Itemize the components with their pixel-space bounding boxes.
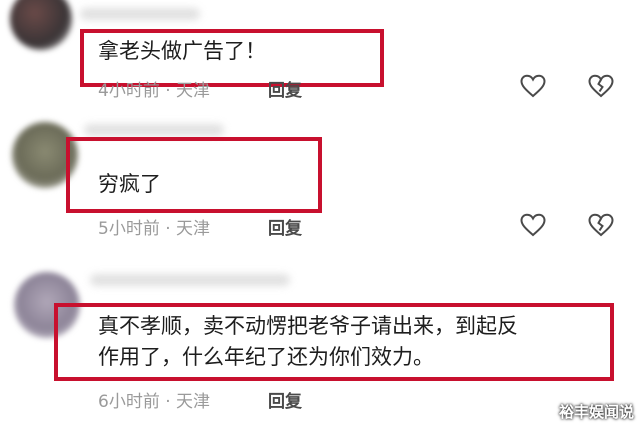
reply-button[interactable]: 回复 — [268, 387, 302, 412]
username-blurred — [84, 124, 224, 136]
comment-time: 5小时前 — [98, 219, 160, 239]
reply-button[interactable]: 回复 — [268, 76, 302, 101]
comment-time: 6小时前 — [98, 392, 160, 412]
broken-heart-icon[interactable] — [588, 74, 614, 98]
comment-meta: 6小时前 · 天津 — [98, 387, 210, 412]
comment-location: 天津 — [176, 392, 211, 412]
comment-text: 拿老头做广告了！ — [98, 39, 266, 63]
comment-meta: 5小时前 · 天津 — [98, 214, 210, 239]
comment-1: 拿老头做广告了！ 4小时前 · 天津 回复 — [0, 0, 640, 110]
reply-button[interactable]: 回复 — [268, 214, 302, 239]
comment-location: 天津 — [176, 81, 211, 101]
heart-outline-icon[interactable] — [520, 213, 546, 237]
username-blurred — [90, 274, 290, 286]
comment-meta: 4小时前 · 天津 — [98, 76, 210, 101]
watermark: 裕丰娱闻说 — [558, 403, 634, 421]
comment-text-line-2: 作用了，什么年纪了还为你们效力。 — [98, 345, 434, 369]
comment-time: 4小时前 — [98, 81, 160, 101]
username-blurred — [80, 8, 200, 20]
broken-heart-icon[interactable] — [588, 213, 614, 237]
meta-separator: · — [165, 219, 171, 239]
comment-text-line-1: 真不孝顺，卖不动愣把老爷子请出来，到起反 — [98, 314, 518, 338]
comment-3: 真不孝顺，卖不动愣把老爷子请出来，到起反 作用了，什么年纪了还为你们效力。 6小… — [0, 250, 640, 426]
meta-separator: · — [165, 81, 171, 101]
comment-2: 穷疯了 5小时前 · 天津 回复 — [0, 110, 640, 250]
comment-text: 穷疯了 — [98, 172, 161, 196]
comment-location: 天津 — [176, 219, 211, 239]
heart-outline-icon[interactable] — [520, 74, 546, 98]
avatar[interactable] — [10, 0, 72, 50]
meta-separator: · — [165, 392, 171, 412]
